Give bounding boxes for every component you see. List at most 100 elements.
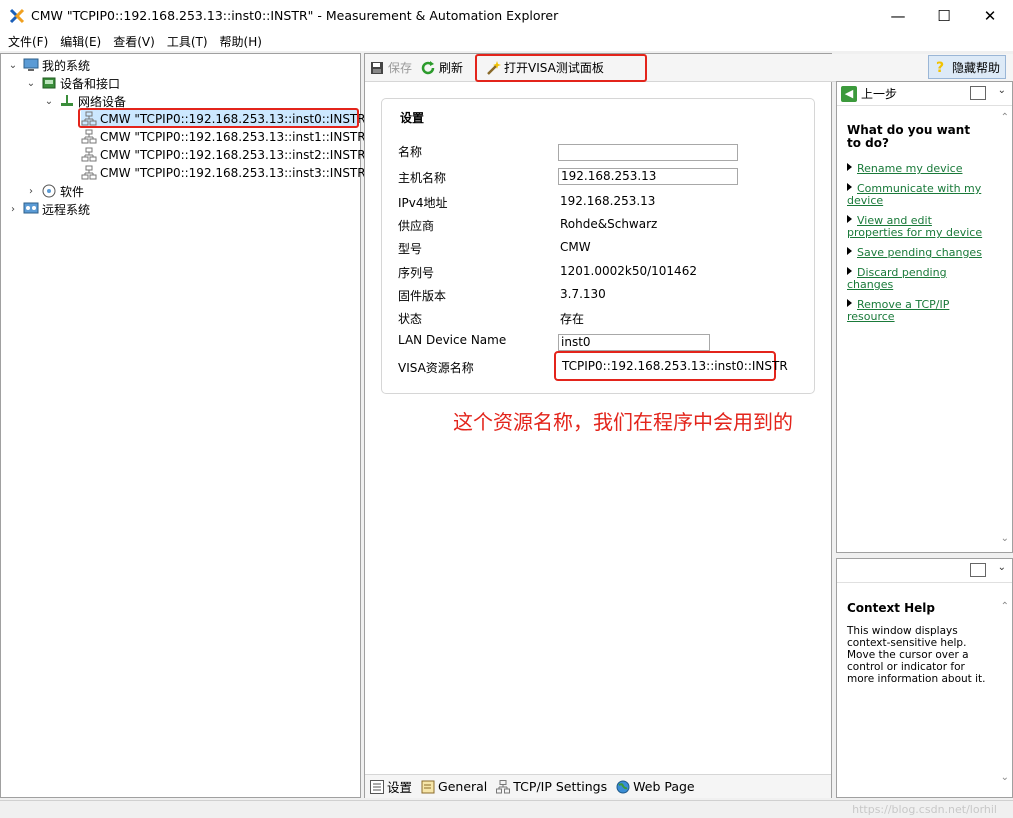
tab-label: General [438,779,488,794]
tree-item-instrument-1[interactable]: CMW "TCPIP0::192.168.253.13::inst1::INST… [81,128,371,146]
chevron-down-icon[interactable]: ⌄ [43,95,55,107]
instrument-icon [81,165,97,181]
tab-settings[interactable]: 设置 [365,777,416,796]
instrument-icon [81,129,97,145]
help-link-save-pending[interactable]: Save pending changes [847,247,987,259]
settings-heading: 设置 [400,111,425,125]
tab-general[interactable]: General [416,779,491,794]
tree-item-instrument-3[interactable]: CMW "TCPIP0::192.168.253.13::inst3::INST… [81,164,371,182]
menu-edit[interactable]: 编辑(E) [54,33,107,50]
firmware-label: 固件版本 [398,289,447,303]
back-label[interactable]: 上一步 [861,85,897,102]
tree-label: 软件 [60,184,85,199]
tree-label: 网络设备 [78,94,127,109]
hostname-label: 主机名称 [398,171,447,185]
svg-text:?: ? [936,60,944,75]
vendor-value: Rohde&Schwarz [560,217,658,231]
properties-pane: 保存 刷新 打开VISA测试面板 设置 名称 主机名称 192.168.253.… [364,53,1013,798]
scroll-down-icon[interactable]: ⌄ [1001,533,1009,544]
minimize-button[interactable]: — [875,0,921,31]
title-bar: CMW "TCPIP0::192.168.253.13::inst0::INST… [0,0,1013,31]
help-heading: What do you want to do? [847,123,971,150]
annotation-note: 这个资源名称，我们在程序中会用到的 [453,410,793,434]
menu-bar: 文件(F) 编辑(E) 查看(V) 工具(T) 帮助(H) [0,31,1013,51]
tab-label: Web Page [633,779,695,794]
tab-web-page[interactable]: Web Page [611,779,699,794]
arrow-icon [847,163,852,171]
tree-item-software[interactable]: › 软件 [25,182,84,200]
ipv4-label: IPv4地址 [398,196,448,210]
tree-item-devices[interactable]: ⌄ 设备和接口 [25,74,120,92]
save-button[interactable]: 保存 [365,57,416,79]
arrow-icon [847,267,852,275]
arrow-icon [847,247,852,255]
software-icon [41,183,57,199]
menu-help[interactable]: 帮助(H) [214,33,268,50]
context-help-heading: Context Help [847,601,936,615]
chevron-down-icon[interactable]: ⌄ [998,85,1006,96]
context-help-pane: ⌄ Context Help This window displays cont… [836,558,1013,798]
link-text: Save pending changes [857,246,982,259]
chevron-down-icon[interactable]: ⌄ [7,59,19,71]
bottom-tab-bar: 设置 General TCP/IP Settings Web Page [365,774,831,798]
menu-tools[interactable]: 工具(T) [161,33,214,50]
refresh-icon [420,60,436,76]
back-arrow-icon[interactable]: ◀ [841,85,857,102]
maximize-button[interactable]: ☐ [921,0,967,31]
link-text: Rename my device [857,162,963,175]
tab-label: TCP/IP Settings [513,779,608,794]
tree-item-instrument-2[interactable]: CMW "TCPIP0::192.168.253.13::inst2::INST… [81,146,371,164]
model-label: 型号 [398,242,423,256]
menu-view[interactable]: 查看(V) [107,33,161,50]
tree-item-my-system[interactable]: ⌄ 我的系统 [7,56,90,74]
lan-device-name-field[interactable]: inst0 [558,334,710,351]
open-visa-test-panel-button[interactable]: 打开VISA测试面板 [475,53,648,82]
link-text: Discard pending changes [847,266,947,291]
help-pane: ◀ 上一步 ⌄ What do you want to do? Rename m… [836,81,1013,553]
highlight-box-selected-instrument [78,108,359,128]
pane-layout-icon[interactable] [970,86,986,100]
pane-layout-icon[interactable] [970,563,986,577]
save-label: 保存 [388,61,413,75]
remote-systems-icon [23,201,39,217]
list-icon [369,779,384,794]
network-icon [59,93,75,109]
help-link-communicate[interactable]: Communicate with my device [847,183,987,207]
link-text: Remove a TCP/IP resource [847,298,950,323]
chevron-right-icon[interactable]: › [7,203,19,215]
chevron-down-icon[interactable]: ⌄ [998,562,1006,573]
tree-item-remote-systems[interactable]: › 远程系统 [7,200,90,218]
tree-label: CMW "TCPIP0::192.168.253.13::inst1::INST… [100,130,372,144]
refresh-button[interactable]: 刷新 [416,57,467,79]
hide-help-button[interactable]: ? 隐藏帮助 [928,55,1006,79]
visa-resource-value: TCPIP0::192.168.253.13::inst0::INSTR [554,351,788,381]
model-value: CMW [560,240,591,254]
name-field[interactable] [558,144,738,161]
scroll-up-icon[interactable]: ⌃ [1001,601,1009,612]
menu-file[interactable]: 文件(F) [2,33,54,50]
help-link-rename[interactable]: Rename my device [847,163,987,175]
arrow-icon [847,299,852,307]
tree-label: 设备和接口 [60,76,121,91]
close-button[interactable]: ✕ [967,0,1013,31]
help-link-discard-pending[interactable]: Discard pending changes [847,267,987,291]
instrument-icon [81,147,97,163]
help-link-remove-resource[interactable]: Remove a TCP/IP resource [847,299,987,323]
firmware-value: 3.7.130 [560,287,606,301]
serial-label: 序列号 [398,266,435,280]
hostname-field[interactable]: 192.168.253.13 [558,168,738,185]
globe-icon [615,779,630,794]
chevron-down-icon[interactable]: ⌄ [25,77,37,89]
floppy-disk-icon [369,60,385,76]
network-icon [495,779,510,794]
document-icon [420,779,435,794]
chevron-right-icon[interactable]: › [25,185,37,197]
tab-tcpip-settings[interactable]: TCP/IP Settings [491,779,611,794]
help-link-view-edit[interactable]: View and edit properties for my device [847,215,987,239]
vendor-label: 供应商 [398,219,435,233]
scroll-down-icon[interactable]: ⌄ [1001,772,1009,783]
arrow-icon [847,183,852,191]
scroll-up-icon[interactable]: ⌃ [1001,112,1009,123]
help-content: What do you want to do? Rename my device… [847,124,987,331]
link-text: Communicate with my device [847,182,982,207]
